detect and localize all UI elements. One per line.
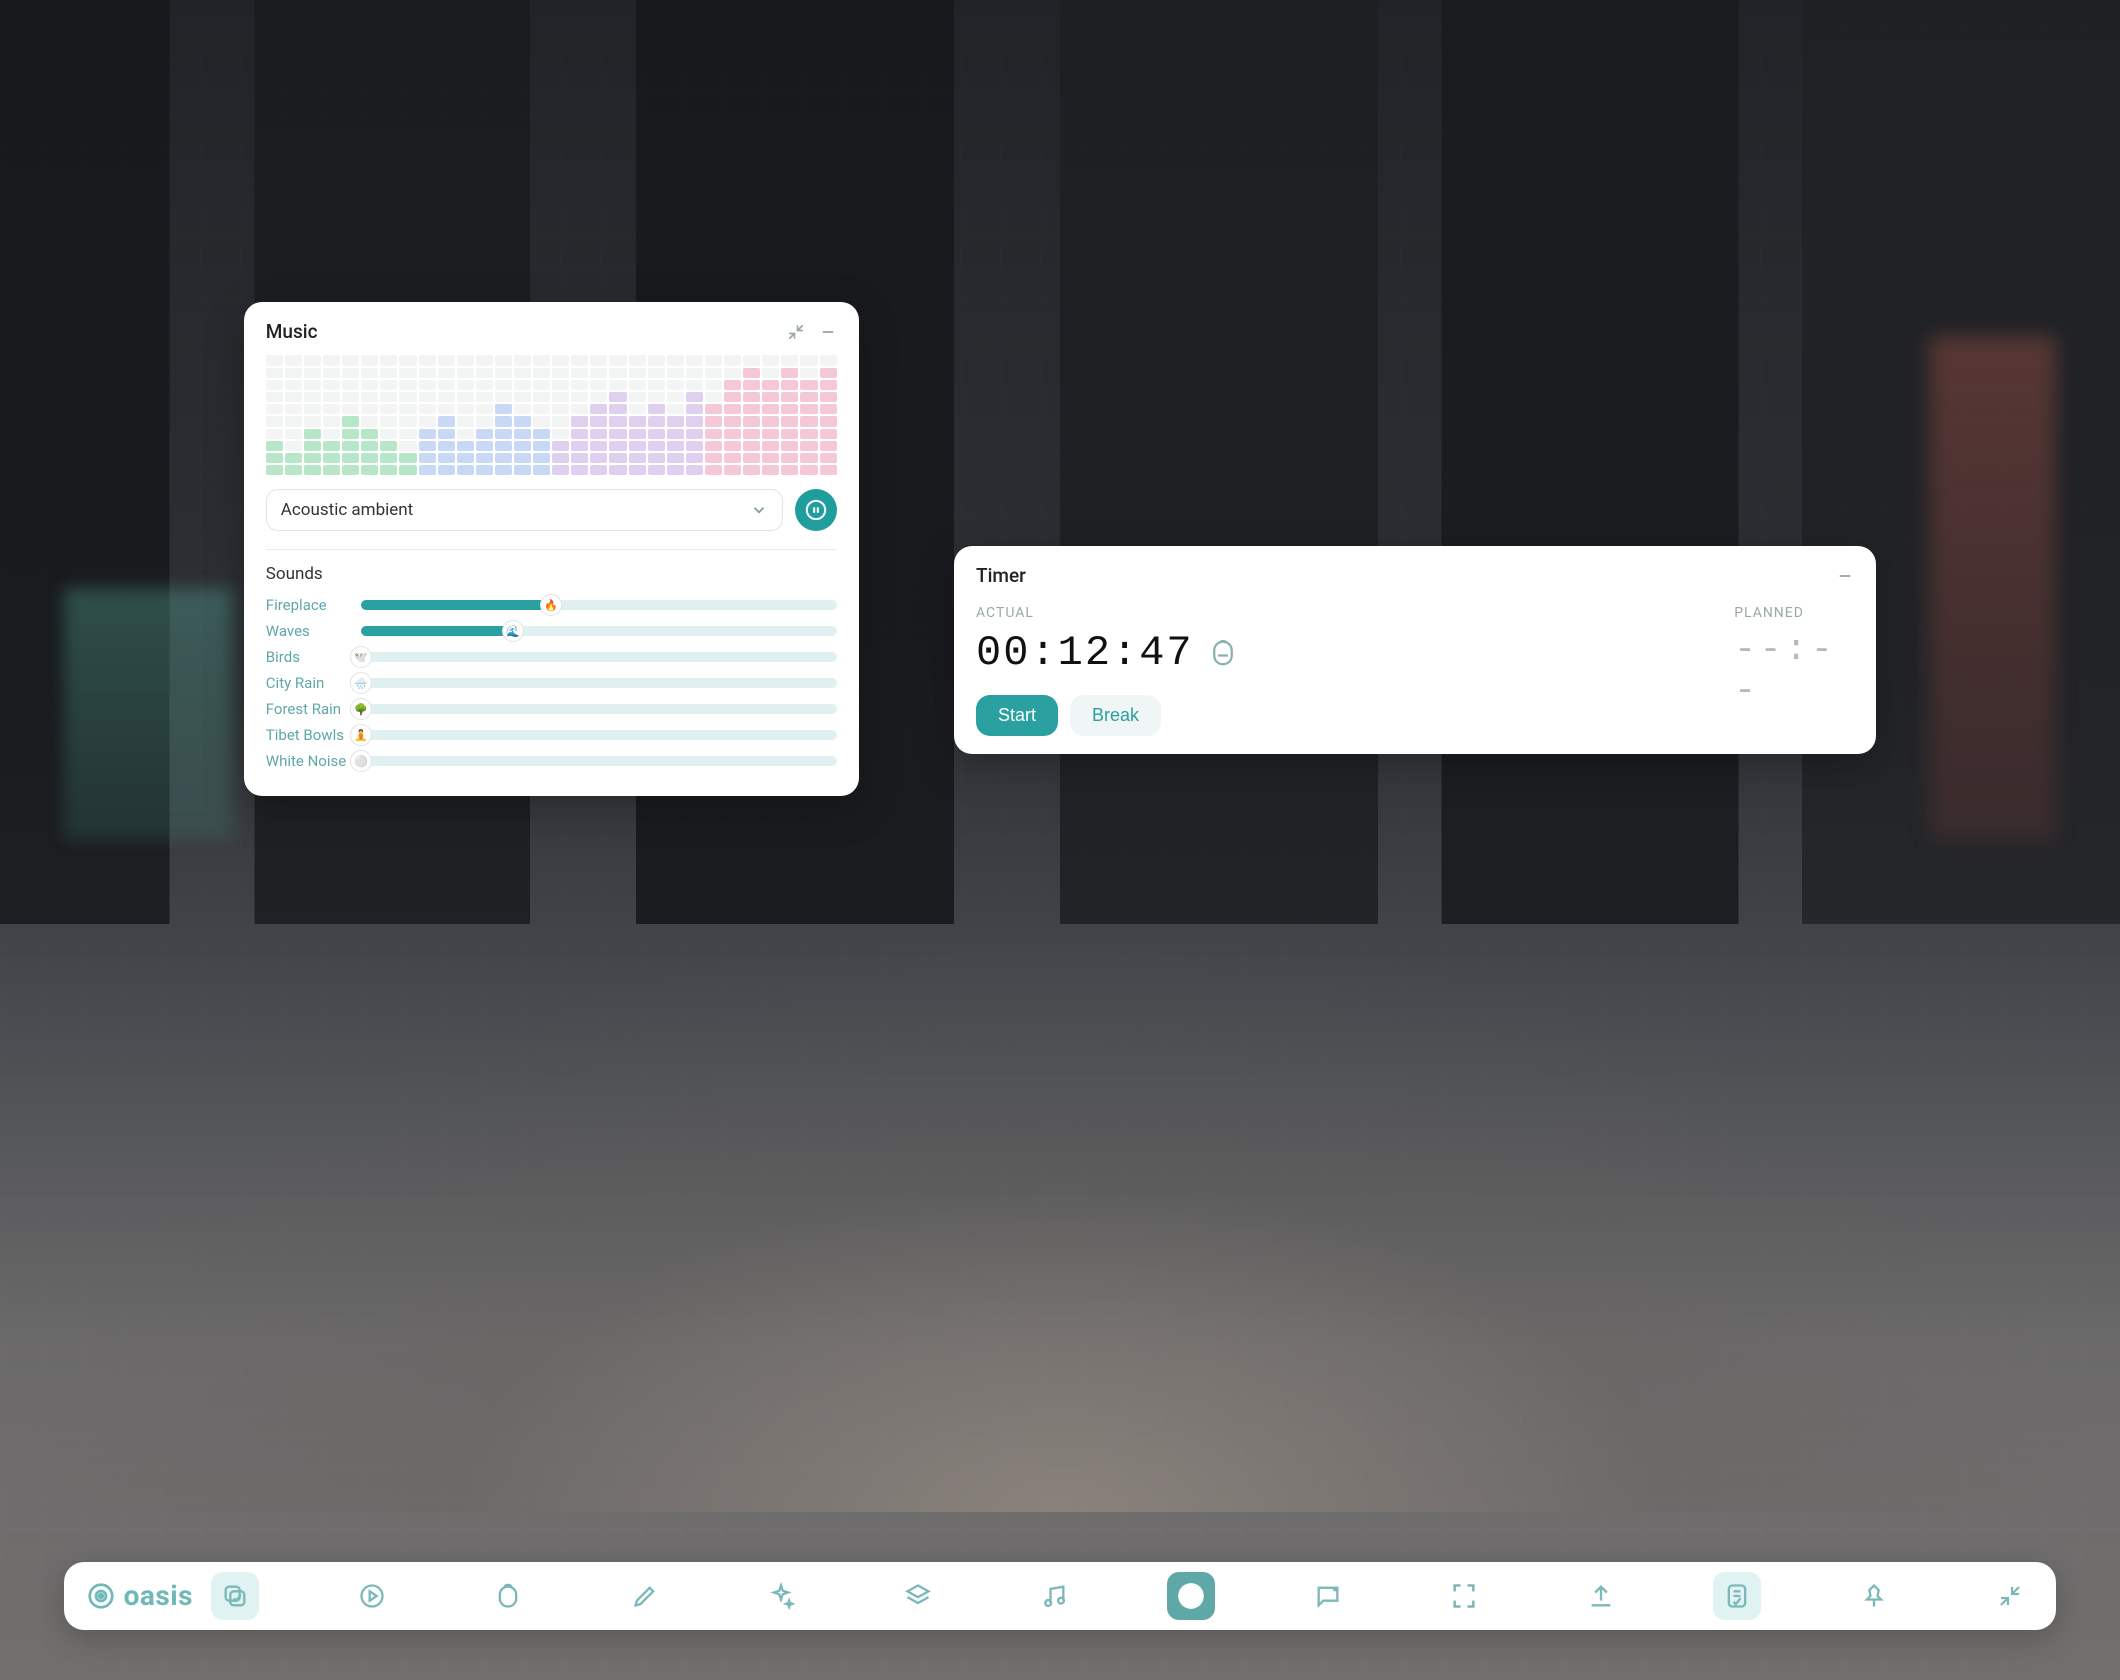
planned-label: PLANNED (1734, 605, 1854, 621)
sound-slider[interactable]: 🌳 (361, 704, 837, 714)
sound-label: Forest Rain (266, 700, 351, 718)
sound-slider[interactable]: 🌧️ (361, 678, 837, 688)
track-select-value: Acoustic ambient (281, 500, 413, 520)
sound-row: Tibet Bowls🧘 (266, 726, 837, 744)
sound-row: White Noise⚪ (266, 752, 837, 770)
sound-slider-thumb[interactable]: ⚪ (350, 750, 372, 772)
sound-slider-thumb[interactable]: 🧘 (350, 724, 372, 746)
sound-slider[interactable]: 🕊️ (361, 652, 837, 662)
sound-label: Tibet Bowls (266, 726, 351, 744)
spotify-icon[interactable] (1167, 1572, 1215, 1620)
sound-label: Waves (266, 622, 351, 640)
sound-label: City Rain (266, 674, 351, 692)
sounds-list: Fireplace🔥Waves🌊Birds🕊️City Rain🌧️Forest… (266, 596, 837, 770)
break-button[interactable]: Break (1070, 695, 1161, 736)
app-logo[interactable]: oasis (86, 1579, 193, 1612)
sound-label: White Noise (266, 752, 351, 770)
planned-time-value: --:-- (1734, 629, 1854, 711)
dock: oasis (64, 1562, 2057, 1630)
sound-row: Birds🕊️ (266, 648, 837, 666)
minimize-icon[interactable] (819, 323, 837, 341)
tasks-icon[interactable] (211, 1572, 259, 1620)
sound-slider-thumb[interactable]: 🔥 (540, 594, 562, 616)
music-title: Music (266, 320, 318, 343)
timer-panel: Timer ACTUAL 00:12:47 Start Break PLANNE… (954, 546, 1876, 754)
sound-slider-thumb[interactable]: 🌳 (350, 698, 372, 720)
sound-slider[interactable]: 🧘 (361, 730, 837, 740)
upload-icon[interactable] (1577, 1572, 1625, 1620)
music-panel: Music Acoustic ambient Sounds Fireplace 🔥… (244, 302, 859, 796)
layers-icon[interactable] (894, 1572, 942, 1620)
background (0, 0, 2120, 1680)
actual-label: ACTUAL (976, 605, 1706, 621)
pomodoro-icon[interactable] (484, 1572, 532, 1620)
sounds-heading: Sounds (266, 564, 837, 584)
timer-title: Timer (976, 564, 1026, 587)
sound-slider-thumb[interactable]: 🕊️ (350, 646, 372, 668)
pause-button[interactable] (795, 489, 837, 531)
track-select[interactable]: Acoustic ambient (266, 489, 783, 531)
collapse-icon[interactable] (787, 323, 805, 341)
sound-row: City Rain🌧️ (266, 674, 837, 692)
audio-visualizer (266, 355, 837, 475)
sound-slider-thumb[interactable]: 🌊 (502, 620, 524, 642)
sound-slider-thumb[interactable]: 🌧️ (350, 672, 372, 694)
start-button[interactable]: Start (976, 695, 1058, 736)
pen-icon[interactable] (621, 1572, 669, 1620)
chat-icon[interactable] (1304, 1572, 1352, 1620)
sound-label: Fireplace (266, 596, 351, 614)
sparkle-icon[interactable] (757, 1572, 805, 1620)
pin-icon[interactable] (1850, 1572, 1898, 1620)
sound-slider[interactable]: 🔥 (361, 600, 837, 610)
actual-time-value: 00:12:47 (976, 629, 1194, 677)
minimize-icon[interactable] (1986, 1572, 2034, 1620)
play-icon[interactable] (348, 1572, 396, 1620)
pomodoro-icon[interactable] (1208, 638, 1238, 668)
focus-icon[interactable] (1440, 1572, 1488, 1620)
sound-row: Fireplace 🔥 (266, 596, 837, 614)
sound-row: Forest Rain🌳 (266, 700, 837, 718)
sound-row: Waves 🌊 (266, 622, 837, 640)
sound-label: Birds (266, 648, 351, 666)
notes-icon[interactable] (1713, 1572, 1761, 1620)
chevron-down-icon (750, 501, 768, 519)
sound-slider[interactable]: 🌊 (361, 626, 837, 636)
sound-slider[interactable]: ⚪ (361, 756, 837, 766)
minimize-icon[interactable] (1836, 567, 1854, 585)
music-note-icon[interactable] (1030, 1572, 1078, 1620)
app-logo-text: oasis (124, 1579, 193, 1612)
